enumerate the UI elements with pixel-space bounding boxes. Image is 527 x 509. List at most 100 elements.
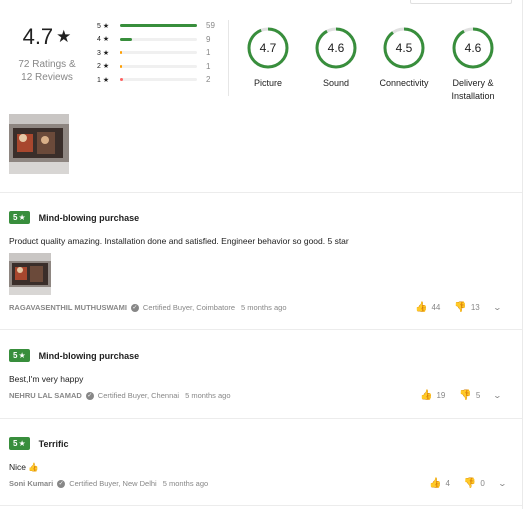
check-circle-icon: ✓	[57, 479, 66, 488]
average-rating: 4.7	[22, 24, 54, 49]
star-row: 5 ★ 59	[97, 19, 226, 33]
dislike-count: 13	[470, 303, 480, 312]
star-icon: ★	[18, 439, 26, 448]
star-icon: ★	[18, 351, 26, 360]
customer-photo[interactable]	[9, 114, 69, 174]
aspect-picture: 4.7 Picture	[236, 27, 300, 90]
review-time: 5 months ago	[241, 303, 287, 312]
aspect-gauge: 4.5	[383, 27, 425, 69]
review-votes: 👍 19 👎 5 ⌄	[420, 390, 502, 401]
thumbs-up-icon[interactable]: 👍	[415, 302, 427, 313]
star-row-label: 5 ★	[97, 22, 110, 30]
aspect-score: 4.7	[259, 41, 277, 55]
certified-buyer: Certified Buyer, Coimbatore	[142, 303, 236, 312]
certified-buyer: Certified Buyer, New Delhi	[69, 479, 157, 488]
rating-badge: 5 ★	[9, 437, 30, 450]
overall-rating: 4.7 ★ 72 Ratings & 12 Reviews	[18, 24, 76, 84]
star-icon: ★	[18, 213, 26, 222]
review-text: Product quality amazing. Installation do…	[9, 236, 349, 246]
aspect-score: 4.6	[327, 41, 345, 55]
reviews-count: 12 Reviews	[21, 72, 73, 83]
check-circle-icon: ✓	[85, 391, 94, 400]
aspect-label: Picture	[253, 78, 282, 88]
thumbs-up-icon[interactable]: 👍	[420, 390, 432, 401]
star-row-bar	[120, 78, 197, 82]
divider	[0, 329, 522, 330]
review-title: Mind-blowing purchase	[38, 212, 140, 223]
star-row-count: 2	[206, 75, 211, 85]
aspect-gauge: 4.7	[247, 27, 289, 69]
tv-photo-image	[9, 114, 69, 174]
review-card: 5 ★ Mind-blowing purchase Best,I'm very h…	[9, 349, 514, 401]
star-row: 1 ★ 2	[97, 73, 226, 87]
aspect-label: Delivery & Installation	[451, 78, 495, 101]
review-card: 5 ★ Terrific Nice 👍 Soni Kumari ✓ Certifi…	[9, 437, 514, 489]
star-row-fill	[120, 24, 197, 28]
star-row-bar	[120, 51, 197, 55]
like-count: 19	[436, 391, 446, 400]
rating-badge: 5 ★	[9, 211, 30, 224]
review-meta: Soni Kumari ✓ Certified Buyer, New Delhi…	[9, 479, 208, 488]
thumbs-down-icon[interactable]: 👎	[459, 390, 471, 401]
star-icon: ★	[56, 27, 72, 46]
star-row-count: 59	[206, 21, 215, 31]
review-votes: 👍 4 👎 0 ⌄	[429, 478, 507, 489]
aspect-score: 4.5	[395, 41, 413, 55]
star-row-count: 9	[206, 34, 211, 44]
review-card: 5 ★ Mind-blowing purchase Product quality…	[9, 211, 514, 313]
like-count: 44	[431, 303, 441, 312]
star-row-fill	[120, 78, 124, 82]
divider	[0, 192, 522, 193]
thumbs-down-icon[interactable]: 👎	[464, 478, 476, 489]
star-row-bar	[120, 24, 197, 28]
ratings-count: 72 Ratings &	[18, 59, 76, 70]
review-votes: 👍 44 👎 13 ⌄	[415, 302, 502, 313]
dislike-count: 0	[480, 479, 485, 488]
like-count: 4	[445, 479, 450, 488]
star-row-label: 3 ★	[97, 49, 110, 57]
aspect-gauge: 4.6	[315, 27, 357, 69]
dislike-count: 5	[475, 391, 481, 400]
review-time: 5 months ago	[185, 391, 231, 400]
star-row-bar	[120, 64, 197, 68]
star-row-label: 2 ★	[97, 63, 110, 71]
check-circle-icon: ✓	[130, 303, 139, 312]
star-row-count: 1	[206, 61, 211, 71]
thumbs-down-icon[interactable]: 👎	[454, 302, 466, 313]
chevron-down-icon[interactable]: ⌄	[497, 479, 506, 488]
aspect-delivery: 4.6 Delivery & Installation	[441, 27, 505, 103]
review-photo[interactable]	[9, 253, 51, 295]
review-title: Mind-blowing purchase	[38, 350, 140, 361]
thumbs-up-icon[interactable]: 👍	[429, 478, 441, 489]
review-text: Best,I'm very happy	[9, 374, 84, 384]
aspect-sound: 4.6 Sound	[304, 27, 368, 90]
star-row-bar	[120, 37, 197, 41]
review-author: RAGAVASENTHIL MUTHUSWAMI	[9, 303, 127, 312]
star-row: 4 ★ 9	[97, 33, 226, 47]
star-row-fill	[120, 37, 132, 41]
divider	[0, 418, 522, 419]
review-title: Terrific	[38, 438, 69, 449]
review-meta: NEHRU LAL SAMAD ✓ Certified Buyer, Chenn…	[9, 391, 231, 400]
certified-buyer: Certified Buyer, Chennai	[97, 391, 180, 400]
panel-border	[522, 0, 523, 509]
top-control-edge[interactable]	[410, 0, 512, 4]
aspect-gauge: 4.6	[452, 27, 494, 69]
chevron-down-icon[interactable]: ⌄	[493, 391, 502, 400]
star-row-label: 4 ★	[97, 36, 110, 44]
summary-divider	[228, 20, 229, 96]
star-row-count: 1	[206, 48, 211, 58]
review-time: 5 months ago	[162, 479, 209, 488]
aspect-connectivity: 4.5 Connectivity	[372, 27, 436, 90]
review-author: Soni Kumari	[9, 479, 54, 488]
aspect-label: Connectivity	[379, 78, 429, 88]
divider	[0, 505, 522, 506]
chevron-down-icon[interactable]: ⌄	[492, 303, 501, 312]
star-row-fill	[120, 64, 122, 68]
rating-breakdown: 5 ★ 59 4 ★ 9 3 ★ 1 2 ★ 1 1 ★ 2	[97, 19, 226, 87]
aspect-label: Sound	[322, 78, 350, 88]
aspect-score: 4.6	[464, 41, 482, 55]
star-row: 2 ★ 1	[97, 60, 226, 74]
review-text: Nice 👍	[9, 462, 39, 472]
rating-badge: 5 ★	[9, 349, 30, 362]
